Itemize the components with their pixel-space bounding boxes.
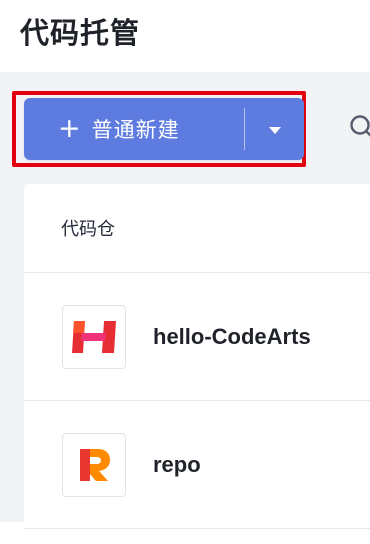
page-title: 代码托管 (20, 16, 141, 50)
codearts-h-logo-icon (62, 304, 126, 369)
create-split-button: + 普通新建 (24, 98, 304, 160)
create-repo-label: 普通新建 (91, 118, 180, 142)
plus-icon: + (58, 112, 82, 144)
search-icon[interactable] (348, 113, 370, 143)
repo-row[interactable]: repo (24, 401, 370, 529)
repo-list-header: 代码仓 (24, 184, 370, 273)
codearts-r-logo-icon (62, 432, 126, 497)
caret-down-icon (268, 127, 281, 134)
create-more-dropdown-button[interactable] (245, 98, 304, 160)
create-repo-button[interactable]: + 普通新建 (24, 98, 244, 160)
repo-column-header: 代码仓 (61, 219, 115, 240)
repo-row[interactable]: hello-CodeArts (24, 273, 370, 401)
repo-name-link[interactable]: repo (153, 452, 201, 478)
repo-name-link[interactable]: hello-CodeArts (153, 324, 311, 350)
repo-list-panel: 代码仓 hello-CodeArts repo (24, 184, 370, 544)
